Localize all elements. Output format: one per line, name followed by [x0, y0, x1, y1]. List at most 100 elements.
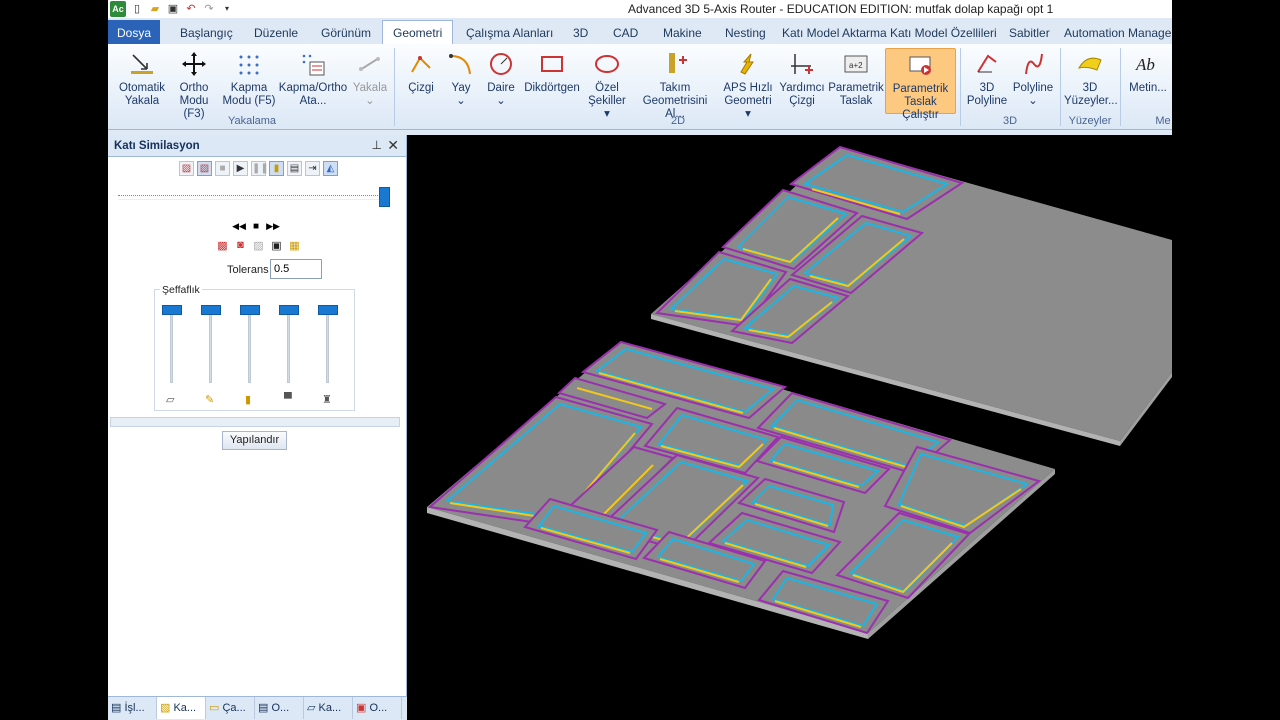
tab-baslangic[interactable]: Başlangıç [180, 20, 233, 44]
undo-icon[interactable]: ↶ [184, 2, 198, 16]
bottom-tab-islemler[interactable]: ▤ İşl... [108, 697, 157, 719]
new-file-icon[interactable]: ▯ [130, 2, 144, 16]
yakala-button[interactable]: Yakala ⌄ [350, 48, 390, 108]
daire-button[interactable]: Daire ⌄ [480, 48, 522, 108]
label: Takım [659, 82, 691, 94]
3d-yuzeyler-button[interactable]: 3D Yüzeyler... [1064, 48, 1118, 108]
fast-forward-icon[interactable]: ▶▶ [266, 221, 280, 232]
sim-tool-icon[interactable]: ▧ [197, 161, 212, 176]
label: Parametrik [892, 83, 949, 95]
save-icon[interactable]: ▣ [269, 239, 284, 254]
3d-viewport[interactable] [407, 135, 1172, 720]
3d-polyline-button[interactable]: 3D Polyline [964, 48, 1010, 108]
tab-3d[interactable]: 3D [573, 20, 588, 44]
tool-view-icon[interactable]: ▮ [269, 161, 284, 176]
tab-calisma-alanlari[interactable]: Çalışma Alanları [466, 20, 553, 44]
ozel-sekiller-button[interactable]: Özel Şekiller ▾ [584, 48, 630, 121]
label: Şekiller [588, 95, 626, 107]
dropdown-icon[interactable]: ▾ [220, 2, 234, 16]
close-icon[interactable]: ✕ [387, 137, 399, 154]
aps-hizli-geometri-button[interactable]: APS Hızlı Geometri ▾ [720, 48, 776, 121]
cizgi-button[interactable]: Çizgi [400, 48, 442, 95]
label: Kapma/Ortho [278, 82, 348, 94]
simulation-progress-track[interactable] [118, 195, 390, 197]
transparency-thumb-2[interactable] [201, 305, 221, 315]
export-icon[interactable]: ▦ [287, 239, 302, 254]
parametrik-taslak-button[interactable]: a+2 Parametrik Taslak [828, 48, 884, 108]
pin-icon[interactable]: ⊥ [372, 138, 382, 152]
transparency-thumb-3[interactable] [240, 305, 260, 315]
tab-sabitler[interactable]: Sabitler [1009, 20, 1050, 44]
tab-geometri[interactable]: Geometri [382, 20, 454, 44]
transparency-track-1[interactable] [170, 307, 173, 383]
metin-button[interactable]: Ab Metin... [1124, 48, 1172, 95]
transparency-track-2[interactable] [209, 307, 212, 383]
yardimci-cizgi-button[interactable]: Yardımcı Çizgi [776, 48, 828, 108]
analysis-icon[interactable]: ◭ [323, 161, 338, 176]
tab-cad[interactable]: CAD [613, 20, 638, 44]
bottom-tab-o-1[interactable]: ▤ O... [255, 697, 304, 719]
layout-icon[interactable]: ▤ [287, 161, 302, 176]
label: Yakala [352, 82, 388, 94]
tab-makine[interactable]: Makine [663, 20, 702, 44]
tab-nesting[interactable]: Nesting [725, 20, 766, 44]
save-icon[interactable]: ▣ [166, 2, 180, 16]
tab-kati-model-aktarma[interactable]: Katı Model Aktarma [782, 20, 887, 44]
kapma-modu-button[interactable]: Kapma Modu (F5) [221, 48, 277, 108]
step-icon[interactable]: ⇥ [305, 161, 320, 176]
pause-icon[interactable]: ❚❚ [251, 161, 269, 176]
camera-icon[interactable]: ◙ [233, 239, 248, 254]
polyline-button[interactable]: Polyline ⌄ [1010, 48, 1056, 108]
bottom-tab-ka[interactable]: ▱ Ka... [304, 697, 353, 719]
simulation-toolbar: ▨ ▧ ■ ▶ ❚❚ ▮ ▤ ⇥ ◭ [179, 161, 338, 176]
slider-baseline [118, 199, 390, 200]
transparency-thumb-4[interactable] [279, 305, 299, 315]
tab-kati-model-ozellileri[interactable]: Katı Model Özellileri [890, 20, 997, 44]
holder-icon: ▀ [284, 393, 292, 405]
window-title: Advanced 3D 5-Axis Router - EDUCATION ED… [628, 2, 1054, 16]
label: Polyline [1012, 82, 1054, 94]
label: Ça... [222, 702, 246, 714]
transparency-track-3[interactable] [248, 307, 251, 383]
quick-geometry-icon [740, 53, 754, 75]
ribbon: Otomatik Yakala Ortho Modu (F3) Kapma Modu … [108, 44, 1172, 130]
yapilandir-button[interactable]: Yapılandır [222, 431, 287, 450]
label: Yakala [124, 95, 160, 107]
panel-splitter[interactable] [110, 417, 400, 427]
dikdortgen-button[interactable]: Dikdörtgen [522, 48, 582, 95]
kapma-ortho-ata-button[interactable]: Kapma/Ortho Ata... [278, 48, 348, 108]
simulation-progress-thumb[interactable] [379, 187, 390, 207]
object-icon: ▣ [356, 702, 367, 714]
bottom-tab-kati-similasyon[interactable]: ▧ Ka... [157, 697, 206, 719]
label: Kapma [230, 82, 268, 94]
tab-dosya[interactable]: Dosya [108, 20, 160, 44]
transparency-thumb-5[interactable] [318, 305, 338, 315]
parametrik-taslak-calistir-button[interactable]: Parametrik Taslak Çalıştır [885, 48, 956, 121]
tab-gorunum[interactable]: Görünüm [321, 20, 371, 44]
group-label-2d: 2D [670, 115, 686, 127]
bottom-tab-o-2[interactable]: ▣ O... [353, 697, 402, 719]
rewind-icon[interactable]: ◀◀ [232, 221, 246, 232]
label: Özel [595, 82, 619, 94]
sim-stock-icon[interactable]: ▨ [179, 161, 194, 176]
load-icon[interactable]: ▩ [215, 239, 230, 254]
yay-button[interactable]: Yay ⌄ [444, 48, 478, 108]
stop-icon[interactable]: ■ [215, 161, 230, 176]
tab-duzenle[interactable]: Düzenle [254, 20, 298, 44]
open-folder-icon[interactable]: ▰ [148, 2, 162, 16]
transparency-thumb-1[interactable] [162, 305, 182, 315]
compare-icon[interactable]: ▨ [251, 239, 266, 254]
transparency-track-4[interactable] [287, 307, 290, 383]
transparency-track-5[interactable] [326, 307, 329, 383]
tolerans-input[interactable] [270, 259, 322, 279]
stop-step-icon[interactable]: ■ [249, 221, 263, 232]
ortho-modu-button[interactable]: Ortho Modu (F3) [168, 48, 220, 121]
redo-icon[interactable]: ↷ [202, 2, 216, 16]
otomatik-yakala-button[interactable]: Otomatik Yakala [114, 48, 170, 108]
label: 3D [1082, 82, 1098, 94]
bottom-tab-calisma[interactable]: ▭ Ça... [206, 697, 255, 719]
grid-snap-icon [239, 55, 259, 75]
play-icon[interactable]: ▶ [233, 161, 248, 176]
takim-geometrisini-al-button[interactable]: Takım Geometrisini Al... [632, 48, 718, 121]
tab-automation-manager[interactable]: Automation Manage [1064, 20, 1171, 44]
